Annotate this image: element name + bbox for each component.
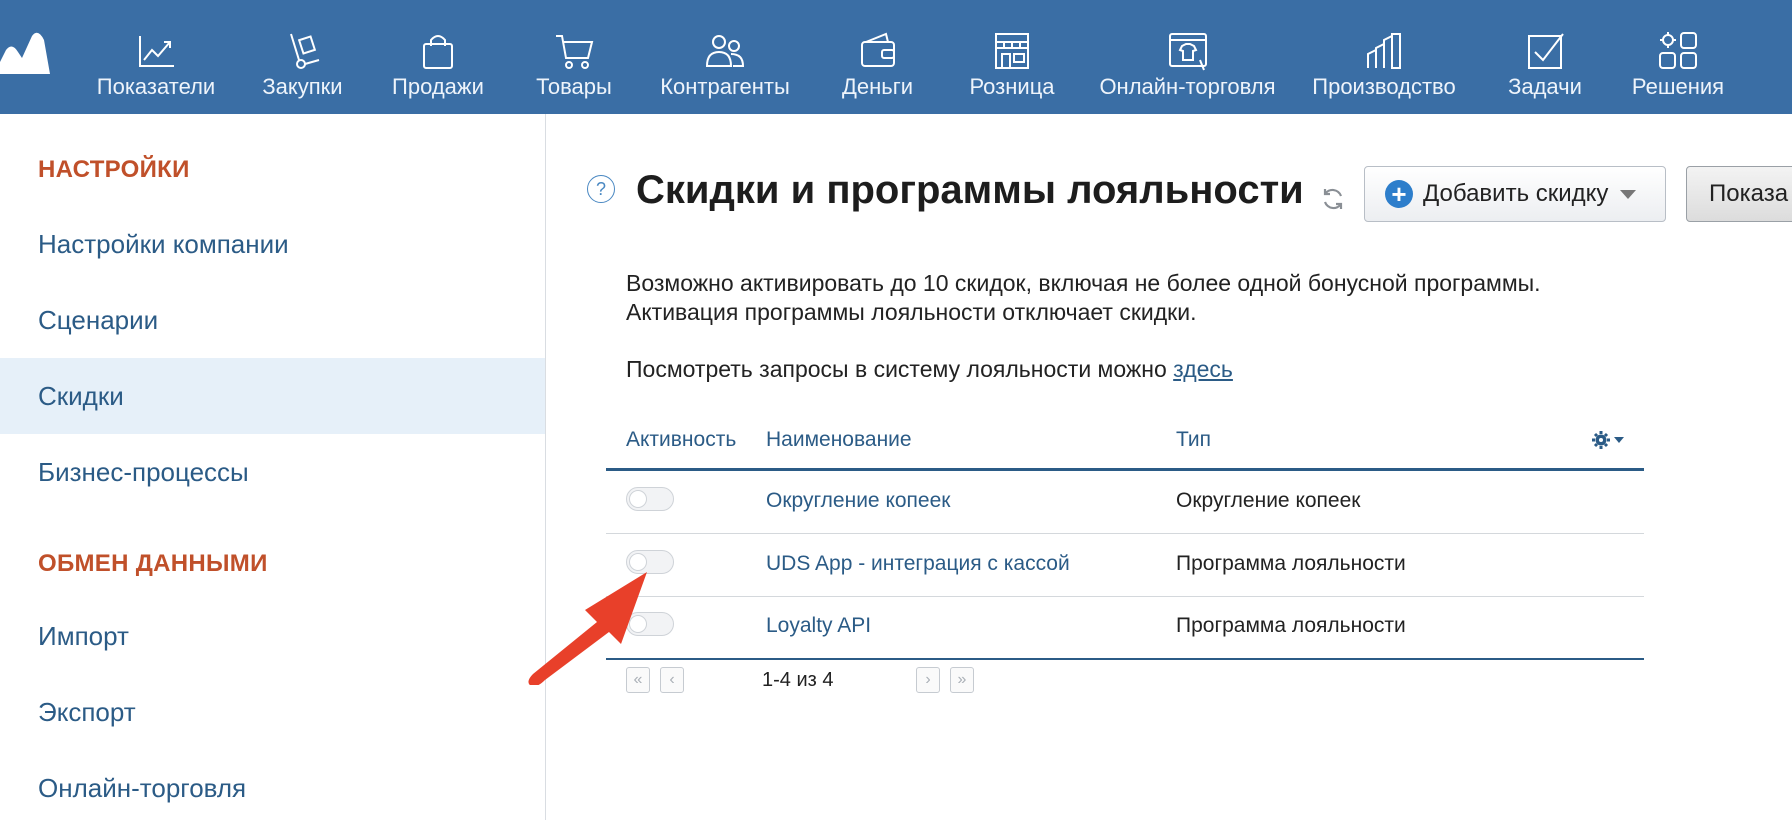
nav-item-tasks[interactable]: Задачи: [1500, 0, 1590, 114]
sidebar-item-import[interactable]: Импорт: [0, 598, 545, 674]
nav-label: Производство: [1312, 74, 1456, 99]
section-heading-settings: НАСТРОЙКИ: [38, 156, 190, 183]
nav-label: Онлайн-торговля: [1099, 74, 1276, 99]
nav-item-money[interactable]: Деньги: [835, 0, 920, 114]
section-heading-data-exchange: ОБМЕН ДАННЫМИ: [38, 550, 268, 577]
nav-label: Контрагенты: [660, 74, 790, 99]
discount-name-link[interactable]: UDS App - интеграция с кассой: [766, 552, 1070, 576]
discount-type: Программа лояльности: [1176, 614, 1406, 637]
shopping-cart-icon: [556, 35, 594, 69]
show-button[interactable]: Показа: [1686, 166, 1792, 222]
sidebar-item-online-trade[interactable]: Онлайн-торговля: [0, 750, 545, 826]
nav-item-purchases[interactable]: Закупки: [255, 0, 350, 114]
requests-link[interactable]: здесь: [1173, 356, 1233, 382]
nav-label: Решения: [1631, 74, 1725, 99]
nav-label: Продажи: [392, 74, 484, 99]
nav-label: Деньги: [841, 74, 914, 99]
nav-item-sales[interactable]: Продажи: [388, 0, 488, 114]
page-title: Скидки и программы лояльности: [636, 168, 1304, 212]
shopping-bag-icon: [423, 35, 453, 69]
column-header-name[interactable]: Наименование: [766, 428, 912, 452]
chevron-down-icon: [1620, 189, 1637, 199]
table-header: Активность Наименование Тип: [606, 414, 1644, 471]
help-icon[interactable]: ?: [587, 175, 615, 203]
main-content: ? Скидки и программы лояльности + Добави…: [546, 114, 1792, 820]
chart-line-icon: [139, 36, 174, 67]
discount-name-link[interactable]: Округление копеек: [766, 489, 950, 513]
table-row: Loyalty API Программа лояльности: [606, 596, 1644, 660]
info-text-line2: Активация программы лояльности отключает…: [626, 299, 1197, 325]
gear-icon[interactable]: [1592, 430, 1626, 450]
last-page-button[interactable]: »: [950, 667, 974, 693]
factory-icon: [1367, 33, 1401, 69]
users-icon: [705, 35, 745, 67]
storefront-icon: [995, 33, 1029, 69]
activity-toggle[interactable]: [626, 487, 674, 511]
sidebar-item-company-settings[interactable]: Настройки компании: [0, 206, 545, 282]
sidebar-item-scenarios[interactable]: Сценарии: [0, 282, 545, 358]
top-nav: Показатели Закупки Продажи Товары Контра…: [0, 0, 1792, 114]
plus-circle-icon: +: [1385, 180, 1413, 208]
discount-name-link[interactable]: Loyalty API: [766, 614, 871, 638]
prev-page-button[interactable]: ‹: [660, 667, 684, 693]
nav-item-online-trade[interactable]: Онлайн-торговля: [1095, 0, 1280, 114]
logo-icon[interactable]: [0, 30, 50, 78]
next-page-button[interactable]: ›: [916, 667, 940, 693]
apps-grid-icon: [1659, 32, 1697, 69]
discount-type: Программа лояльности: [1176, 552, 1406, 575]
sidebar-item-discounts[interactable]: Скидки: [0, 358, 545, 434]
show-button-label: Показа: [1709, 180, 1789, 207]
nav-label: Товары: [536, 74, 612, 99]
sidebar-item-business-processes[interactable]: Бизнес-процессы: [0, 434, 545, 510]
sidebar: НАСТРОЙКИ Настройки компании Сценарии Ск…: [0, 114, 546, 820]
hand-truck-icon: [289, 33, 319, 69]
nav-label: Задачи: [1508, 74, 1582, 99]
info-text-line1: Возможно активировать до 10 скидок, вклю…: [626, 270, 1541, 296]
column-header-activity[interactable]: Активность: [626, 428, 736, 452]
nav-item-production[interactable]: Производство: [1305, 0, 1463, 114]
refresh-icon[interactable]: [1320, 186, 1346, 212]
nav-item-products[interactable]: Товары: [530, 0, 618, 114]
nav-label: Розница: [969, 74, 1055, 99]
nav-label: Закупки: [262, 74, 343, 99]
add-discount-label: Добавить скидку: [1423, 180, 1609, 207]
online-store-icon: [1168, 33, 1207, 71]
nav-item-retail[interactable]: Розница: [962, 0, 1062, 114]
pagination-label: 1-4 из 4: [762, 669, 834, 691]
table-row: Округление копеек Округление копеек: [606, 471, 1644, 534]
annotation-arrow-icon: [528, 572, 647, 685]
checkbox-icon: [1528, 33, 1564, 69]
discount-type: Округление копеек: [1176, 489, 1361, 512]
nav-item-solutions[interactable]: Решения: [1628, 0, 1728, 114]
sidebar-item-export[interactable]: Экспорт: [0, 674, 545, 750]
wallet-icon: [860, 32, 895, 67]
column-header-type[interactable]: Тип: [1176, 428, 1211, 452]
requests-text: Посмотреть запросы в систему лояльности …: [626, 356, 1167, 382]
add-discount-button[interactable]: + Добавить скидку: [1364, 166, 1666, 222]
nav-item-indicators[interactable]: Показатели: [90, 0, 222, 114]
nav-item-counterparties[interactable]: Контрагенты: [655, 0, 795, 114]
nav-label: Показатели: [96, 74, 216, 99]
table-row: UDS App - интеграция с кассой Программа …: [606, 534, 1644, 597]
requests-info: Посмотреть запросы в систему лояльности …: [626, 356, 1233, 383]
